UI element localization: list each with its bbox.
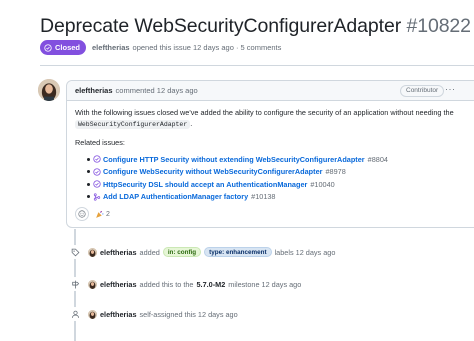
assign-event: eleftherias self-assigned this 12 days a… (88, 308, 238, 320)
event-author-link[interactable]: eleftherias (100, 248, 137, 257)
bullet (87, 157, 90, 161)
comment-author-link[interactable]: eleftherias (75, 86, 113, 95)
smiley-icon (78, 210, 86, 218)
reactions-bar: 2 (75, 207, 110, 221)
tada-icon (96, 210, 104, 218)
related-issue-ref[interactable]: #10138 (251, 192, 275, 201)
comment-text: With the following issues closed we've a… (75, 108, 454, 117)
tag-icon (68, 245, 82, 259)
label-in-config[interactable]: in: config (162, 247, 202, 257)
event-action: added (139, 247, 160, 257)
event-author-link[interactable]: eleftherias (100, 310, 137, 319)
milestone-event: eleftherias added this to the 5.7.0-M2 m… (88, 278, 301, 290)
add-reaction-button[interactable] (75, 207, 89, 221)
inline-code: WebSecurityConfigurerAdapter (75, 120, 191, 129)
bullet (87, 170, 90, 174)
milestone-link[interactable]: 5.7.0-M2 (196, 280, 225, 289)
comment-menu-icon[interactable]: ··· (445, 84, 456, 94)
list-item: Configure HTTP Security without extendin… (87, 153, 388, 166)
event-action: self-assigned this 12 days ago (139, 309, 238, 319)
avatar-image (38, 79, 60, 101)
milestone-icon (68, 277, 82, 291)
event-action: added this to the (139, 279, 194, 289)
bullet (87, 182, 90, 186)
labels-event: eleftherias added in: config type: enhan… (88, 246, 335, 258)
closed-issue-icon (93, 155, 101, 163)
related-issue-link[interactable]: Add LDAP AuthenticationManager factory (103, 192, 248, 201)
closed-issue-icon (44, 43, 52, 52)
issue-title: Deprecate WebSecurityConfigurerAdapter #… (40, 15, 471, 38)
issue-opened-text: opened this issue 12 days ago · 5 commen… (132, 43, 282, 52)
issue-author-link[interactable]: eleftherias (92, 43, 130, 52)
status-label: Closed (55, 43, 81, 52)
related-issue-ref[interactable]: #8978 (325, 167, 345, 176)
label-type-enhancement[interactable]: type: enhancement (204, 247, 272, 257)
merged-pr-icon (93, 193, 101, 201)
related-issue-link[interactable]: Configure WebSecurity without WebSecurit… (103, 167, 322, 176)
header-divider (40, 65, 474, 66)
person-icon (68, 307, 82, 321)
related-issue-link[interactable]: HttpSecurity DSL should accept an Authen… (103, 180, 307, 189)
avatar[interactable] (88, 309, 97, 319)
avatar[interactable] (38, 79, 60, 101)
closed-issue-icon (93, 168, 101, 176)
avatar[interactable] (88, 279, 97, 289)
avatar[interactable] (88, 247, 97, 257)
comment-header: eleftherias commented 12 days ago Contri… (67, 81, 474, 101)
event-author-link[interactable]: eleftherias (100, 280, 137, 289)
comment-time[interactable]: commented 12 days ago (116, 86, 198, 95)
event-time: milestone 12 days ago (228, 279, 302, 289)
bullet (87, 195, 90, 199)
list-item: Add LDAP AuthenticationManager factory #… (87, 191, 388, 204)
related-issue-ref[interactable]: #8804 (368, 155, 388, 164)
comment-body: With the following issues closed we've a… (75, 108, 454, 129)
related-issue-link[interactable]: Configure HTTP Security without extendin… (103, 155, 365, 164)
issue-number: #10822 (406, 15, 471, 37)
event-time: labels 12 days ago (274, 247, 336, 257)
closed-issue-icon (93, 180, 101, 188)
code-suffix: . (190, 119, 193, 128)
reaction-count: 2 (106, 210, 110, 218)
status-badge: Closed (40, 40, 87, 55)
list-item: Configure WebSecurity without WebSecurit… (87, 166, 388, 179)
issue-meta: Closed eleftherias opened this issue 12 … (40, 40, 281, 55)
tada-reaction[interactable]: 2 (95, 210, 110, 219)
related-heading: Related issues: (75, 138, 125, 147)
related-issues-list: Configure HTTP Security without extendin… (87, 153, 388, 203)
contributor-badge: Contributor (400, 85, 445, 97)
list-item: HttpSecurity DSL should accept an Authen… (87, 178, 388, 191)
issue-title-text: Deprecate WebSecurityConfigurerAdapter (40, 15, 402, 37)
related-issue-ref[interactable]: #10040 (310, 180, 334, 189)
comment-box: eleftherias commented 12 days ago Contri… (66, 80, 474, 228)
